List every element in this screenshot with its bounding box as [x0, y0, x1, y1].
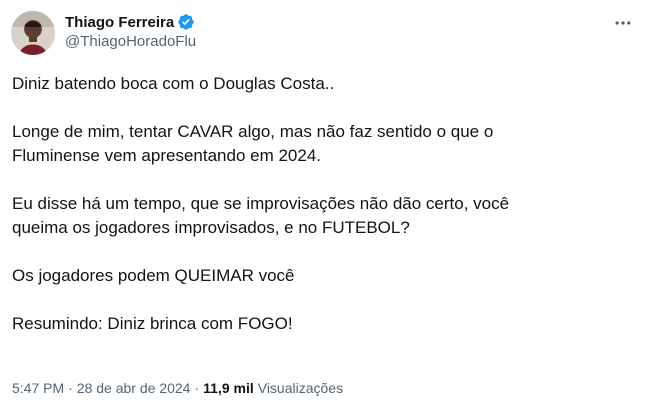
meta-separator: ·: [68, 380, 73, 396]
more-options-icon[interactable]: [612, 12, 634, 34]
views-count: 11,9 mil: [203, 380, 254, 396]
tweet-card: Thiago Ferreira @ThiagoHoradoFlu Diniz b…: [0, 0, 648, 406]
author-handle[interactable]: @ThiagoHoradoFlu: [65, 33, 196, 50]
views-label: Visualizações: [257, 380, 344, 396]
tweet-paragraph: Eu disse há um tempo, que se improvisaçõ…: [12, 194, 510, 237]
tweet-date[interactable]: 28 de abr de 2024: [77, 380, 191, 396]
tweet-paragraph: Longe de mim, tentar CAVAR algo, mas não…: [12, 122, 494, 165]
tweet-text: Diniz batendo boca com o Douglas Costa..…: [12, 72, 636, 336]
tweet-paragraph: Diniz batendo boca com o Douglas Costa..: [12, 74, 335, 93]
tweet-time[interactable]: 5:47 PM: [12, 380, 64, 396]
author-display-name[interactable]: Thiago Ferreira: [65, 14, 174, 31]
author-name-row: Thiago Ferreira: [65, 12, 195, 32]
avatar-image: [11, 11, 55, 55]
avatar[interactable]: [11, 11, 55, 55]
tweet-paragraph: Resumindo: Diniz brinca com FOGO!: [12, 314, 293, 333]
tweet-paragraph: Os jogadores podem QUEIMAR você: [12, 266, 295, 285]
verified-badge-icon[interactable]: [177, 13, 195, 31]
tweet-meta: 5:47 PM · 28 de abr de 2024 · 11,9 mil V…: [12, 380, 343, 396]
meta-separator: ·: [194, 380, 200, 396]
